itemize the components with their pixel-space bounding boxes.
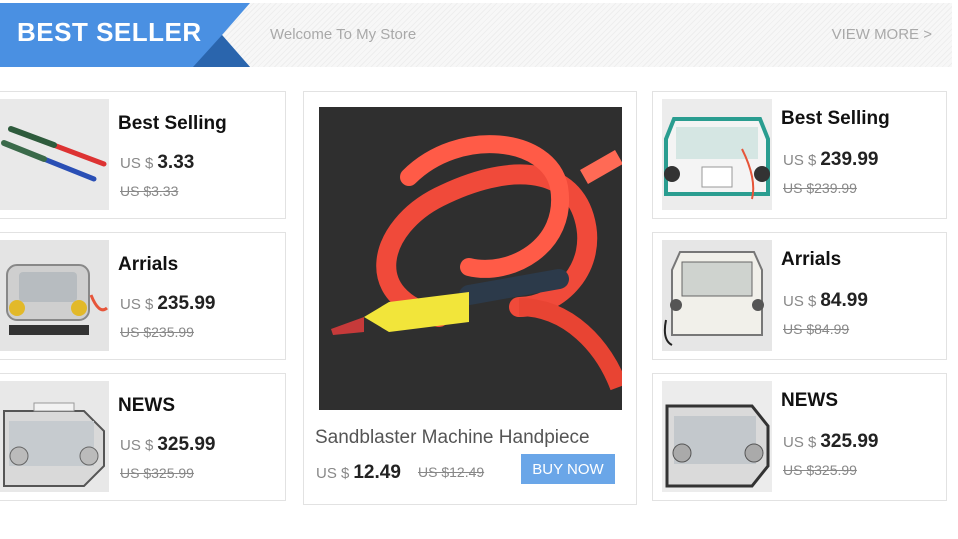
- currency-label: US $: [783, 293, 817, 310]
- currency-label: US $: [120, 296, 154, 313]
- price-value: 3.33: [157, 152, 195, 173]
- product-title[interactable]: Best Selling: [118, 113, 227, 135]
- product-card[interactable]: NEWS US $325.99 US $325.99: [652, 373, 947, 501]
- price-value: 12.49: [353, 462, 401, 483]
- currency-label: US $: [783, 152, 817, 169]
- featured-product-title[interactable]: Sandblaster Machine Handpiece: [315, 427, 590, 449]
- product-image[interactable]: [0, 99, 109, 210]
- featured-product-image[interactable]: [319, 107, 622, 410]
- badge-label: BEST SELLER: [17, 17, 202, 47]
- product-title[interactable]: NEWS: [781, 390, 838, 412]
- product-price: US $325.99: [120, 434, 215, 456]
- product-title[interactable]: Best Selling: [781, 108, 890, 130]
- price-value: 235.99: [157, 293, 216, 314]
- product-price: US $239.99: [783, 149, 878, 171]
- product-card[interactable]: Arrials US $84.99 US $84.99: [652, 232, 947, 360]
- product-price: US $84.99: [783, 290, 868, 312]
- product-card[interactable]: NEWS US $325.99 US $325.99: [0, 373, 286, 501]
- currency-label: US $: [316, 465, 350, 482]
- price-value: 325.99: [820, 431, 879, 452]
- product-image[interactable]: [662, 381, 772, 492]
- best-seller-banner: BEST SELLER Welcome To My Store VIEW MOR…: [0, 3, 952, 67]
- old-price: US $325.99: [120, 465, 194, 481]
- product-card[interactable]: Best Selling US $239.99 US $239.99: [652, 91, 947, 219]
- old-price: US $3.33: [120, 183, 179, 199]
- price-value: 239.99: [820, 149, 879, 170]
- product-image[interactable]: [0, 381, 109, 492]
- product-card[interactable]: Arrials US $235.99 US $235.99: [0, 232, 286, 360]
- product-price: US $3.33: [120, 152, 194, 174]
- currency-label: US $: [120, 437, 154, 454]
- product-price: US $325.99: [783, 431, 878, 453]
- product-title[interactable]: Arrials: [781, 249, 841, 271]
- featured-product-price: US $12.49: [316, 462, 401, 484]
- old-price: US $235.99: [120, 324, 194, 340]
- price-value: 325.99: [157, 434, 216, 455]
- welcome-text: Welcome To My Store: [270, 26, 417, 43]
- product-image[interactable]: [0, 240, 109, 351]
- currency-label: US $: [120, 155, 154, 172]
- product-image[interactable]: [662, 240, 772, 351]
- featured-product-card[interactable]: Sandblaster Machine Handpiece US $12.49 …: [303, 91, 637, 505]
- old-price: US $325.99: [783, 462, 857, 478]
- old-price: US $84.99: [783, 321, 850, 337]
- old-price: US $239.99: [783, 180, 857, 196]
- buy-now-button[interactable]: BUY NOW: [521, 454, 615, 484]
- currency-label: US $: [783, 434, 817, 451]
- product-image[interactable]: [662, 99, 772, 210]
- product-price: US $235.99: [120, 293, 215, 315]
- product-card[interactable]: Best Selling US $3.33 US $3.33: [0, 91, 286, 219]
- product-title[interactable]: NEWS: [118, 395, 175, 417]
- price-value: 84.99: [820, 290, 868, 311]
- view-more-link[interactable]: VIEW MORE >: [832, 26, 932, 43]
- product-title[interactable]: Arrials: [118, 254, 178, 276]
- featured-old-price: US $12.49: [418, 464, 485, 480]
